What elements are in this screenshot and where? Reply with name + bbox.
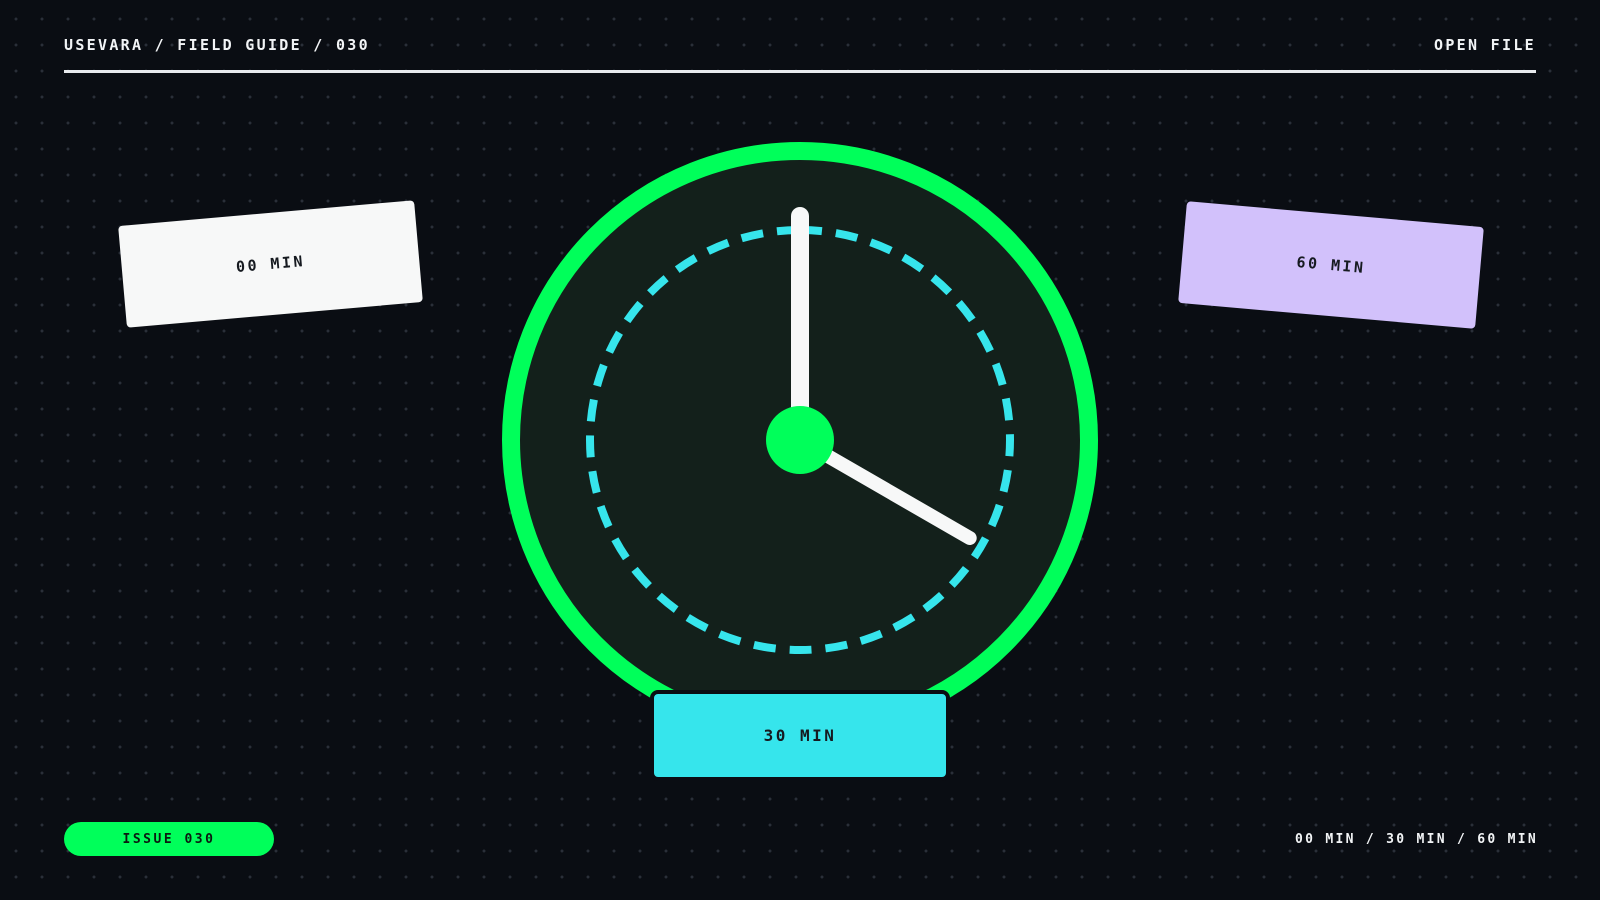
issue-label: ISSUE 030 xyxy=(122,831,216,847)
open-file-link[interactable]: OPEN FILE xyxy=(1434,36,1536,54)
card-30-label: 30 MIN xyxy=(763,726,837,745)
timeline-marks: 00 MIN / 30 MIN / 60 MIN xyxy=(1294,832,1538,847)
card-60-min[interactable]: 60 MIN xyxy=(1178,201,1484,329)
breadcrumb: USEVARA / FIELD GUIDE / 030 xyxy=(64,36,370,54)
dial-hub xyxy=(766,406,834,474)
card-00-min[interactable]: 00 MIN xyxy=(118,200,423,328)
clock-dial xyxy=(502,142,1098,738)
card-60-label: 60 MIN xyxy=(1295,253,1367,277)
issue-badge[interactable]: ISSUE 030 xyxy=(64,822,274,856)
card-00-label: 00 MIN xyxy=(235,252,306,276)
card-30-min[interactable]: 30 MIN xyxy=(650,690,950,781)
header-divider xyxy=(64,70,1536,73)
top-bar: USEVARA / FIELD GUIDE / 030 OPEN FILE xyxy=(64,36,1536,74)
